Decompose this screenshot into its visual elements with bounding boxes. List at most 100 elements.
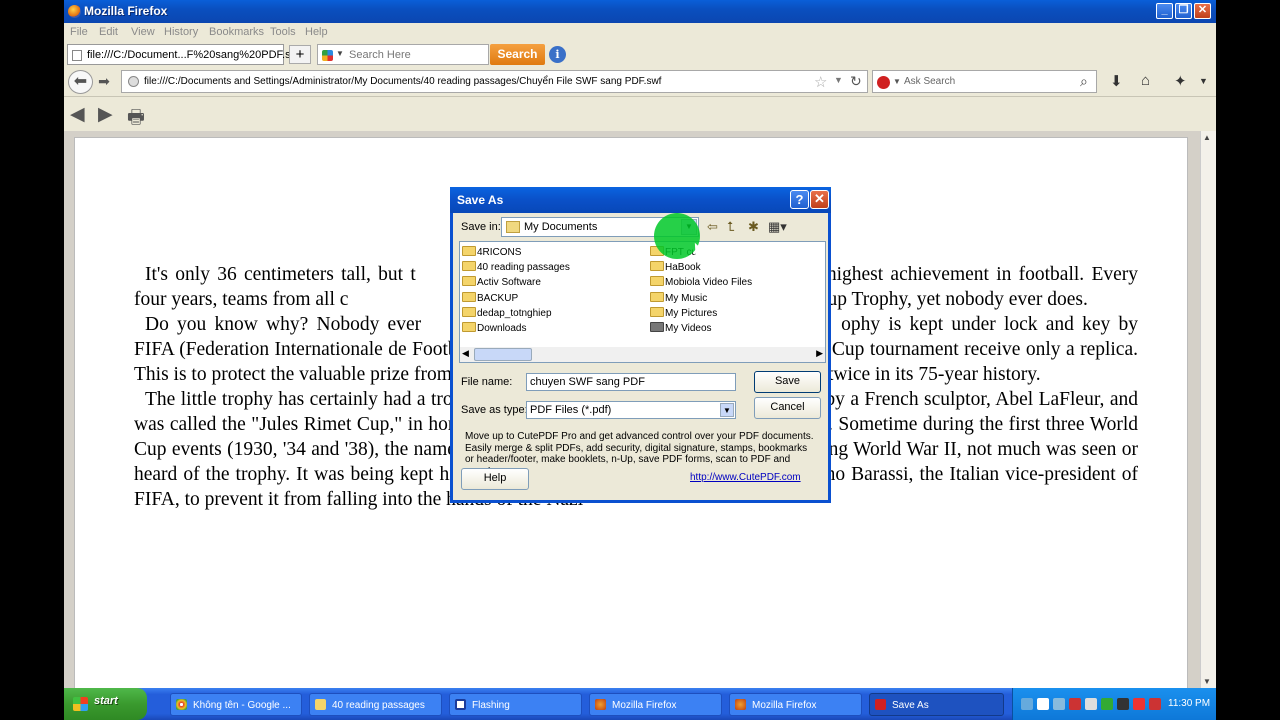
toolbar-search-button[interactable]: Search — [490, 44, 545, 65]
alert-icon[interactable] — [1133, 698, 1145, 710]
url-text: file:///C:/Documents and Settings/Admini… — [144, 76, 662, 87]
horizontal-scrollbar[interactable]: ◀ ▶ — [460, 347, 825, 362]
menu-history[interactable]: History — [164, 26, 198, 38]
menu-file[interactable]: File — [70, 26, 88, 38]
system-tray: 11:30 PM — [1012, 688, 1216, 720]
ok-icon[interactable] — [1101, 698, 1113, 710]
new-folder-icon[interactable]: ✱ — [748, 219, 759, 235]
app-icon[interactable] — [1117, 698, 1129, 710]
tab-title: file:///C:/Document...F%20sang%20PDF.swf — [87, 49, 302, 61]
view-menu-icon[interactable]: ▦▾ — [768, 219, 787, 235]
minimize-button[interactable]: _ — [1156, 3, 1173, 19]
dialog-titlebar[interactable]: Save As ? ✕ — [450, 187, 831, 213]
file-name-field[interactable]: chuyen SWF sang PDF — [526, 373, 736, 391]
folder-icon — [650, 307, 664, 317]
task-button[interactable]: Mozilla Firefox — [729, 693, 862, 716]
search-engine-dropdown-icon[interactable]: ▼ — [893, 77, 901, 86]
menu-bookmarks[interactable]: Bookmarks — [209, 26, 264, 38]
v-icon[interactable] — [1149, 698, 1161, 710]
window-icon[interactable] — [1037, 698, 1049, 710]
task-button[interactable]: 40 reading passages — [309, 693, 442, 716]
list-item[interactable]: BACKUP — [462, 292, 518, 304]
list-item[interactable]: 40 reading passages — [462, 261, 570, 273]
window-titlebar[interactable]: Mozilla Firefox _ ❐ ✕ — [64, 0, 1216, 23]
speaker-icon[interactable] — [1085, 698, 1097, 710]
cutepdf-link[interactable]: http://www.CutePDF.com — [690, 472, 801, 483]
google-icon — [322, 50, 333, 61]
scroll-thumb[interactable] — [474, 348, 532, 361]
file-list[interactable]: 4RICONS 40 reading passages Activ Softwa… — [459, 241, 826, 363]
folder-icon — [650, 261, 664, 271]
up-folder-icon[interactable]: ⮤ — [727, 219, 735, 235]
security-icon[interactable] — [1069, 698, 1081, 710]
restore-button[interactable]: ❐ — [1175, 3, 1192, 19]
menu-help[interactable]: Help — [305, 26, 328, 38]
menu-edit[interactable]: Edit — [99, 26, 118, 38]
list-item[interactable]: My Pictures — [650, 307, 717, 319]
scroll-right-icon[interactable]: ▶ — [816, 348, 823, 359]
forward-button[interactable]: ➡ — [96, 70, 112, 94]
help-button[interactable]: Help — [461, 468, 529, 490]
folder-icon — [462, 276, 476, 286]
back-button[interactable]: ⬅ — [68, 70, 93, 94]
close-button[interactable]: ✕ — [1194, 3, 1211, 19]
scroll-left-icon[interactable]: ◀ — [462, 348, 469, 359]
menu-tools[interactable]: Tools — [270, 26, 296, 38]
bookmark-star-icon[interactable]: ☆ — [814, 73, 827, 91]
letterbox-left — [0, 0, 64, 720]
clock[interactable]: 11:30 PM — [1168, 698, 1210, 709]
chevron-down-icon[interactable]: ▼ — [720, 403, 734, 417]
list-item[interactable]: My Videos — [650, 322, 712, 334]
scroll-down-icon[interactable]: ▼ — [1203, 677, 1211, 686]
vertical-scrollbar[interactable]: ▲ ▼ — [1200, 131, 1216, 688]
menu-bar: File Edit View History Bookmarks Tools H… — [64, 23, 1216, 42]
task-button[interactable]: Save As — [869, 693, 1004, 716]
start-button[interactable]: start — [64, 688, 147, 720]
cancel-button[interactable]: Cancel — [754, 397, 821, 419]
list-item[interactable]: Downloads — [462, 322, 526, 334]
home-icon[interactable]: ⌂ — [1141, 72, 1150, 89]
taskbar: start Không tên - Google ... 40 reading … — [64, 688, 1216, 720]
network-icon[interactable] — [1021, 698, 1033, 710]
menu-view[interactable]: View — [131, 26, 155, 38]
list-item[interactable]: HaBook — [650, 261, 701, 273]
info-icon[interactable]: i — [549, 46, 566, 63]
search-icon[interactable]: ⌕ — [1080, 73, 1088, 90]
list-item[interactable]: My Music — [650, 292, 707, 304]
task-button[interactable]: Không tên - Google ... — [170, 693, 302, 716]
dialog-help-icon[interactable]: ? — [790, 190, 809, 209]
my-documents-icon — [506, 221, 520, 233]
folder-icon — [462, 261, 476, 271]
swf-player-toolbar: ◀ ▶ 🖶 — [64, 97, 1216, 131]
url-bar[interactable]: file:///C:/Documents and Settings/Admini… — [121, 70, 868, 93]
addon-icon[interactable]: ✦ — [1174, 72, 1187, 90]
save-as-type-select[interactable]: PDF Files (*.pdf) ▼ — [526, 401, 736, 419]
ask-search-box[interactable]: ▼ Ask Search ⌕ — [872, 70, 1097, 93]
list-item[interactable]: Activ Software — [462, 276, 541, 288]
task-button[interactable]: Mozilla Firefox — [589, 693, 722, 716]
toolbar-menu-arrow-icon[interactable]: ▼ — [1199, 76, 1208, 86]
download-icon[interactable]: ⬇ — [1110, 72, 1123, 90]
reload-icon[interactable]: ↻ — [850, 73, 862, 90]
folder-icon — [462, 307, 476, 317]
monitor-icon[interactable] — [1053, 698, 1065, 710]
toolbar-search-box[interactable]: ▼ Search Here — [317, 44, 489, 65]
next-page-icon[interactable]: ▶ — [98, 103, 113, 126]
toolbar-search-placeholder: Search Here — [349, 49, 411, 61]
list-item[interactable]: Mobiola Video Files — [650, 276, 752, 288]
dropdown-arrow-icon[interactable]: ▼ — [336, 49, 344, 58]
back-folder-icon[interactable]: ⇦ — [707, 219, 718, 235]
tab-active[interactable]: file:///C:/Document...F%20sang%20PDF.swf — [67, 44, 302, 65]
task-button[interactable]: Flashing — [449, 693, 582, 716]
new-tab-button[interactable]: + — [289, 45, 311, 64]
list-item[interactable]: dedap_totnghiep — [462, 307, 552, 319]
page-icon — [72, 50, 82, 61]
scroll-up-icon[interactable]: ▲ — [1203, 133, 1211, 142]
previous-page-icon[interactable]: ◀ — [70, 103, 85, 126]
url-history-dropdown-icon[interactable]: ▼ — [834, 75, 843, 85]
save-in-value: My Documents — [524, 221, 598, 233]
site-identity-icon[interactable] — [128, 76, 139, 87]
list-item[interactable]: 4RICONS — [462, 246, 521, 258]
dialog-close-icon[interactable]: ✕ — [810, 190, 829, 209]
save-button[interactable]: Save — [754, 371, 821, 393]
